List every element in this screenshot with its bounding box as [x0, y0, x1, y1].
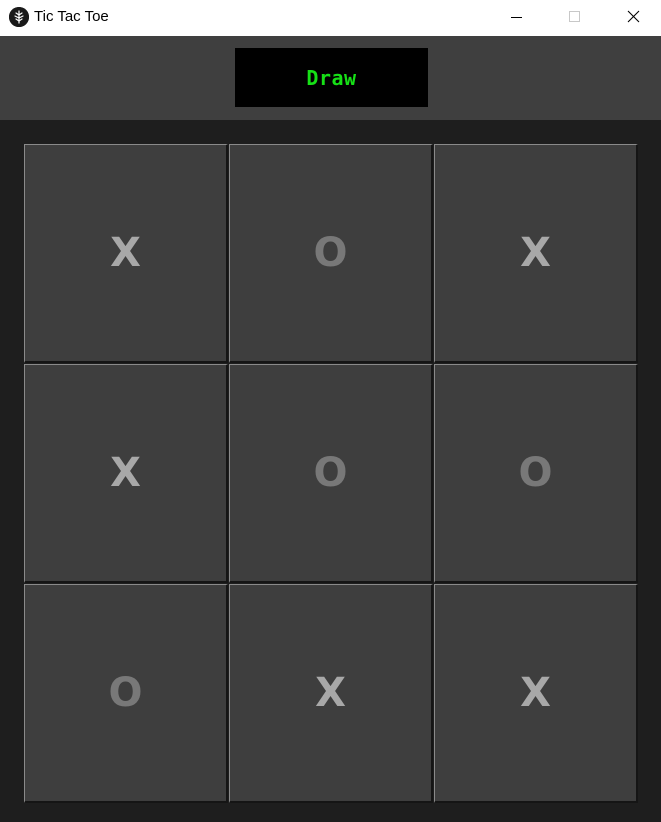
board-cell-4[interactable]: X — [24, 364, 228, 583]
cell-mark: O — [518, 450, 553, 496]
window-title: Tic Tac Toe — [34, 8, 109, 25]
close-icon — [627, 10, 640, 23]
board-cell-9[interactable]: X — [434, 584, 638, 803]
minimize-button[interactable] — [487, 0, 545, 36]
cell-mark: X — [520, 670, 551, 716]
status-label: Draw — [306, 65, 357, 90]
cell-mark: X — [520, 230, 551, 276]
game-board: X O X X O O O X X — [24, 144, 639, 805]
cell-mark: O — [313, 230, 348, 276]
close-button[interactable] — [603, 0, 661, 36]
cell-mark: O — [313, 450, 348, 496]
cell-mark: X — [315, 670, 346, 716]
maximize-icon — [569, 11, 580, 22]
cell-mark: X — [110, 450, 141, 496]
cell-mark: X — [110, 230, 141, 276]
board-cell-3[interactable]: X — [434, 144, 638, 363]
board-cell-2[interactable]: O — [229, 144, 433, 363]
feather-icon — [9, 7, 29, 27]
status-display: Draw — [235, 48, 428, 107]
board-cell-7[interactable]: O — [24, 584, 228, 803]
board-cell-1[interactable]: X — [24, 144, 228, 363]
board-cell-8[interactable]: X — [229, 584, 433, 803]
board-cell-5[interactable]: O — [229, 364, 433, 583]
status-panel: Draw — [0, 36, 661, 120]
board-cell-6[interactable]: O — [434, 364, 638, 583]
title-bar: Tic Tac Toe — [0, 0, 661, 36]
maximize-button[interactable] — [545, 0, 603, 36]
minimize-icon — [511, 17, 522, 18]
cell-mark: O — [108, 670, 143, 716]
